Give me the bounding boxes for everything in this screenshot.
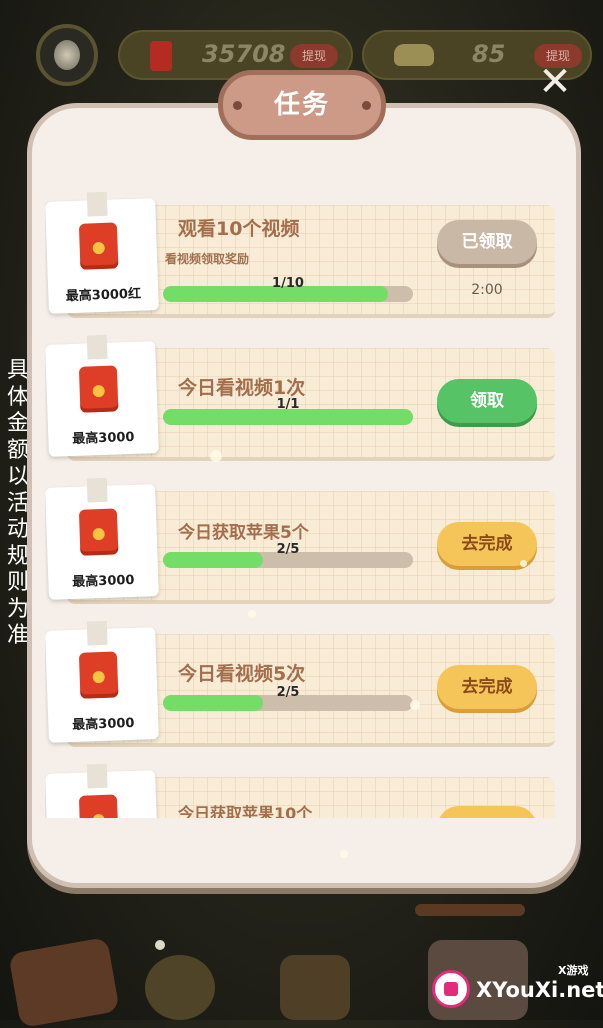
- red-packet-balance: 35708: [202, 40, 286, 68]
- progress-text: 1/1: [276, 397, 300, 412]
- task-subtitle: 看视频领取奖励: [165, 252, 250, 266]
- progress-text: 2/5: [276, 542, 300, 557]
- avatar[interactable]: [36, 24, 98, 86]
- bottom-progress-bar: [415, 904, 525, 916]
- red-envelope-icon: [78, 508, 119, 556]
- task-title: 观看10个视频: [178, 218, 300, 240]
- cooldown-timer: 2:00: [471, 282, 503, 298]
- tape: [86, 477, 108, 503]
- sparkle: [248, 610, 256, 618]
- panel-title-plate: 任务: [218, 70, 386, 140]
- sparkle: [340, 850, 348, 858]
- reward-note: 最高3000红: [45, 191, 159, 314]
- watermark-site: XYouXi.net: [476, 978, 603, 1002]
- red-envelope-icon: [78, 365, 119, 413]
- reward-label: 最高3000: [72, 572, 135, 591]
- task-title: 今日看视频1次: [178, 377, 306, 399]
- tape: [86, 334, 108, 360]
- claim-button[interactable]: 领取: [437, 379, 537, 423]
- task-title: 今日获取苹果10个: [178, 804, 313, 818]
- progress-text: 1/10: [272, 276, 304, 291]
- task-item: 最高3000红 观看10个视频 看视频领取奖励 1/10 已领取 2:00: [45, 190, 558, 320]
- reward-label: 最高3000红: [65, 286, 142, 305]
- red-packet-withdraw-button[interactable]: 提现: [290, 44, 338, 68]
- reward-note: 最高3000: [45, 477, 159, 600]
- gold-ingot-icon: [394, 44, 434, 66]
- reward-label: 最高3000: [72, 429, 135, 448]
- task-list[interactable]: 最高3000红 观看10个视频 看视频领取奖励 1/10 已领取 2:00 最高…: [45, 190, 560, 818]
- sparkle: [410, 700, 420, 710]
- reward-note: 最高3000: [45, 334, 159, 457]
- task-item: 最高3000 今日看视频5次 2/5 去完成: [45, 619, 558, 749]
- watermark-logo: X游戏 XYouXi.net: [430, 962, 603, 1017]
- tape: [86, 763, 108, 789]
- panel-title: 任务: [273, 90, 330, 120]
- red-envelope-icon: [78, 651, 119, 699]
- go-complete-button[interactable]: 去完成: [437, 665, 537, 709]
- task-item: 今日获取苹果10个: [45, 762, 558, 818]
- gold-balance: 85: [472, 40, 506, 68]
- go-complete-button[interactable]: [437, 806, 537, 818]
- gamepad-icon: [432, 970, 470, 1008]
- progress-text: 2/5: [276, 685, 300, 700]
- close-icon[interactable]: ✕: [535, 62, 575, 102]
- tape: [86, 191, 108, 217]
- red-envelope-icon: [150, 41, 172, 71]
- reward-note: 最高3000: [45, 620, 159, 743]
- bottom-nav-item[interactable]: [145, 955, 215, 1020]
- sparkle: [210, 450, 222, 462]
- task-title: 今日获取苹果5个: [178, 523, 309, 543]
- red-envelope-icon: [78, 794, 119, 818]
- reward-label: 最高3000: [72, 715, 135, 734]
- sparkle: [155, 940, 165, 950]
- bottom-nav-item[interactable]: [8, 936, 120, 1028]
- red-envelope-icon: [78, 222, 119, 270]
- bottom-nav-item[interactable]: [280, 955, 350, 1020]
- claimed-button[interactable]: 已领取: [437, 220, 537, 264]
- task-title: 今日看视频5次: [178, 663, 306, 685]
- task-item: 最高3000 今日看视频1次 1/1 领取: [45, 333, 558, 463]
- tape: [86, 620, 108, 646]
- task-item: 最高3000 今日获取苹果5个 2/5 去完成: [45, 476, 558, 606]
- reward-note: [45, 763, 159, 818]
- watermark-brand: X游戏: [558, 964, 589, 977]
- sparkle: [520, 560, 527, 567]
